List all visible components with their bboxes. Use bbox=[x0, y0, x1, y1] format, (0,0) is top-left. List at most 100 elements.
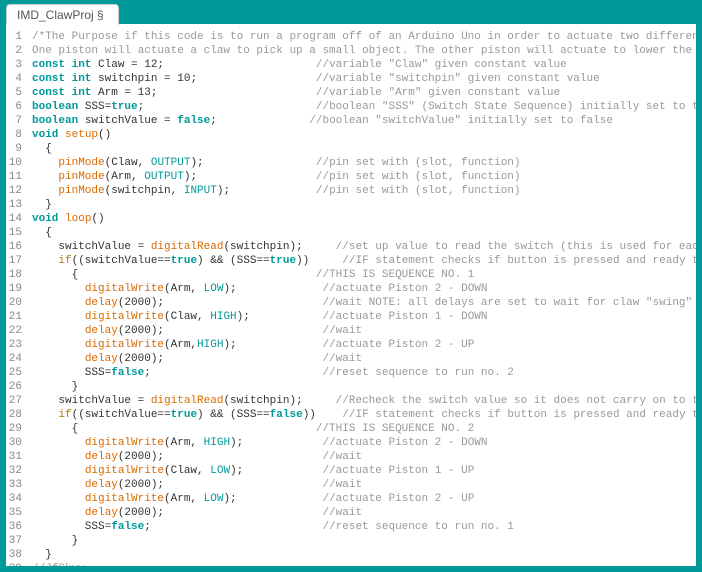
code-line[interactable]: digitalWrite(Arm, LOW); //actuate Piston… bbox=[32, 492, 696, 506]
line-number: 2 bbox=[6, 44, 22, 58]
line-number: 25 bbox=[6, 366, 22, 380]
code-token: HIGH bbox=[204, 437, 230, 449]
code-token: true bbox=[171, 255, 197, 267]
code-line[interactable]: } bbox=[32, 198, 696, 212]
code-token: delay bbox=[85, 353, 118, 365]
code-line[interactable]: delay(2000); //wait bbox=[32, 352, 696, 366]
code-token: digitalWrite bbox=[85, 493, 164, 505]
code-token: void bbox=[32, 129, 58, 141]
code-area[interactable]: /*The Purpose if this code is to run a p… bbox=[28, 24, 696, 566]
code-line[interactable]: boolean SSS=true; //boolean "SSS" (Switc… bbox=[32, 100, 696, 114]
line-gutter: 1234567891011121314151617181920212223242… bbox=[6, 24, 28, 566]
code-token: (2000); bbox=[118, 507, 323, 519]
code-token: digitalWrite bbox=[85, 437, 164, 449]
code-token: (switchpin); bbox=[223, 241, 335, 253]
code-line[interactable]: digitalWrite(Claw, HIGH); //actuate Pist… bbox=[32, 310, 696, 324]
code-line[interactable]: SSS=false; //reset sequence to run no. 2 bbox=[32, 366, 696, 380]
code-line[interactable]: } bbox=[32, 548, 696, 562]
code-token: () bbox=[91, 213, 104, 225]
code-line[interactable]: SSS=false; //reset sequence to run no. 1 bbox=[32, 520, 696, 534]
code-line[interactable]: delay(2000); //wait bbox=[32, 324, 696, 338]
line-number: 33 bbox=[6, 478, 22, 492]
code-token: //actuate Piston 1 - DOWN bbox=[322, 311, 487, 323]
code-token: LOW bbox=[204, 493, 224, 505]
code-token: void bbox=[32, 213, 58, 225]
code-token: HIGH bbox=[210, 311, 236, 323]
line-number: 18 bbox=[6, 268, 22, 282]
code-token: } bbox=[32, 549, 52, 561]
code-line[interactable]: digitalWrite(Arm,HIGH); //actuate Piston… bbox=[32, 338, 696, 352]
code-token: HIGH bbox=[197, 339, 223, 351]
code-token: pinMode bbox=[58, 157, 104, 169]
code-token bbox=[32, 297, 85, 309]
code-token: false bbox=[111, 367, 144, 379]
code-token: (2000); bbox=[118, 325, 323, 337]
line-number: 34 bbox=[6, 492, 22, 506]
line-number: 6 bbox=[6, 100, 22, 114]
line-number: 9 bbox=[6, 142, 22, 156]
code-line[interactable]: if((switchValue==true) && (SSS==true)) /… bbox=[32, 254, 696, 268]
code-token: true bbox=[270, 255, 296, 267]
code-token: (Arm, bbox=[164, 493, 204, 505]
code-line[interactable]: void setup() bbox=[32, 128, 696, 142]
code-line[interactable]: delay(2000); //wait NOTE: all delays are… bbox=[32, 296, 696, 310]
code-line[interactable]: switchValue = digitalRead(switchpin); //… bbox=[32, 394, 696, 408]
code-line[interactable]: { bbox=[32, 142, 696, 156]
code-token: )) bbox=[296, 255, 342, 267]
code-token: //JfSkyy bbox=[32, 563, 85, 566]
code-line[interactable]: } bbox=[32, 534, 696, 548]
code-token bbox=[32, 353, 85, 365]
editor: 1234567891011121314151617181920212223242… bbox=[6, 24, 696, 566]
code-token: //wait NOTE: all delays are set to wait … bbox=[322, 297, 696, 309]
code-token: (2000); bbox=[118, 451, 323, 463]
code-token bbox=[32, 437, 85, 449]
code-line[interactable]: digitalWrite(Claw, LOW); //actuate Pisto… bbox=[32, 464, 696, 478]
code-line[interactable]: //JfSkyy bbox=[32, 562, 696, 566]
code-token: true bbox=[111, 101, 137, 113]
code-token: OUTPUT bbox=[144, 171, 184, 183]
code-token: ((switchValue== bbox=[72, 255, 171, 267]
code-line[interactable]: const int Arm = 13; //variable "Arm" giv… bbox=[32, 86, 696, 100]
code-token: ); bbox=[237, 311, 323, 323]
code-line[interactable]: void loop() bbox=[32, 212, 696, 226]
line-number: 23 bbox=[6, 338, 22, 352]
code-line[interactable]: switchValue = digitalRead(switchpin); //… bbox=[32, 240, 696, 254]
code-token: digitalWrite bbox=[85, 465, 164, 477]
code-token: true bbox=[171, 409, 197, 421]
line-number: 22 bbox=[6, 324, 22, 338]
code-token: digitalWrite bbox=[85, 283, 164, 295]
tab-label: IMD_ClawProj § bbox=[17, 8, 104, 22]
code-line[interactable]: { //THIS IS SEQUENCE NO. 2 bbox=[32, 422, 696, 436]
code-line[interactable]: delay(2000); //wait bbox=[32, 450, 696, 464]
code-token: //reset sequence to run no. 1 bbox=[322, 521, 513, 533]
code-token: { bbox=[32, 143, 52, 155]
code-token: ((switchValue== bbox=[72, 409, 171, 421]
code-line[interactable]: digitalWrite(Arm, HIGH); //actuate Pisto… bbox=[32, 436, 696, 450]
code-line[interactable]: pinMode(Arm, OUTPUT); //pin set with (sl… bbox=[32, 170, 696, 184]
code-token: )) bbox=[303, 409, 343, 421]
code-token: //wait bbox=[322, 353, 362, 365]
code-line[interactable]: } bbox=[32, 380, 696, 394]
code-token: Arm = 13; bbox=[91, 87, 315, 99]
code-token: //wait bbox=[322, 507, 362, 519]
code-line[interactable]: delay(2000); //wait bbox=[32, 506, 696, 520]
code-line[interactable]: /*The Purpose if this code is to run a p… bbox=[32, 30, 696, 44]
code-token: //boolean "switchValue" initially set to… bbox=[309, 115, 613, 127]
code-line[interactable]: delay(2000); //wait bbox=[32, 478, 696, 492]
code-line[interactable]: { //THIS IS SEQUENCE NO. 1 bbox=[32, 268, 696, 282]
line-number: 17 bbox=[6, 254, 22, 268]
code-line[interactable]: One piston will actuate a claw to pick u… bbox=[32, 44, 696, 58]
code-token: { bbox=[32, 423, 316, 435]
code-token: switchValue = bbox=[78, 115, 177, 127]
code-line[interactable]: pinMode(Claw, OUTPUT); //pin set with (s… bbox=[32, 156, 696, 170]
code-line[interactable]: const int Claw = 12; //variable "Claw" g… bbox=[32, 58, 696, 72]
code-line[interactable]: if((switchValue==true) && (SSS==false)) … bbox=[32, 408, 696, 422]
code-token: delay bbox=[85, 479, 118, 491]
code-line[interactable]: boolean switchValue = false; //boolean "… bbox=[32, 114, 696, 128]
code-line[interactable]: { bbox=[32, 226, 696, 240]
code-line[interactable]: const int switchpin = 10; //variable "sw… bbox=[32, 72, 696, 86]
code-line[interactable]: pinMode(switchpin, INPUT); //pin set wit… bbox=[32, 184, 696, 198]
code-line[interactable]: digitalWrite(Arm, LOW); //actuate Piston… bbox=[32, 282, 696, 296]
file-tab[interactable]: IMD_ClawProj § bbox=[6, 4, 119, 25]
code-token: //variable "Claw" given constant value bbox=[316, 59, 567, 71]
